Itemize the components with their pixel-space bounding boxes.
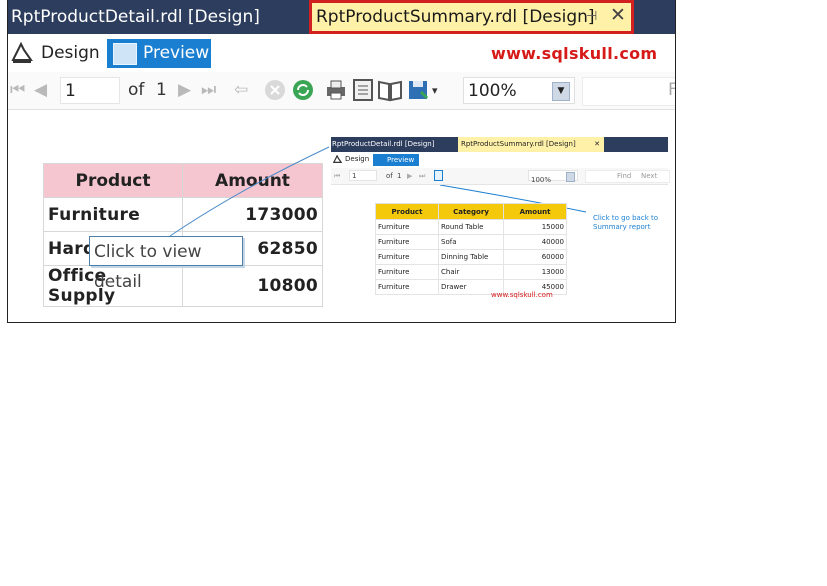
inset-toolbar: ⏮ 1 of 1 ▶ ⏭ 100% Find Next <box>331 168 670 185</box>
category-cell: Chair <box>438 264 504 280</box>
amount-cell: 13000 <box>503 264 567 280</box>
product-cell: Furniture <box>375 219 439 235</box>
inset-watermark: www.sqlskull.com <box>491 291 553 299</box>
inset-zoom-value: 100% <box>531 176 552 184</box>
detail-report-table: Product Category Amount Furniture Round T… <box>375 203 567 295</box>
back-navigation-note: Click to go back to Summary report <box>593 214 658 231</box>
category-cell: Dinning Table <box>438 249 504 265</box>
table-header-row: Product Category Amount <box>375 203 567 220</box>
inset-page-input: 1 <box>349 170 377 181</box>
back-to-parent-icon <box>434 170 443 181</box>
inset-zoom-select: 100% <box>528 170 578 184</box>
category-cell: Round Table <box>438 219 504 235</box>
inset-next-label: Next <box>641 172 658 180</box>
detail-report-inset: RptProductDetail.rdl [Design] RptProduct… <box>331 137 670 307</box>
design-icon <box>333 155 342 163</box>
close-icon: ✕ <box>594 140 600 148</box>
inset-design-label: Design <box>345 155 370 163</box>
next-page-icon: ▶ <box>407 172 413 180</box>
table-row: Furniture Round Table 15000 <box>375 219 567 235</box>
amount-cell: 60000 <box>503 249 567 265</box>
header-category: Category <box>438 203 504 220</box>
table-row: Furniture Sofa 40000 <box>375 234 567 250</box>
amount-cell: 40000 <box>503 234 567 250</box>
table-row: Furniture Chair 13000 <box>375 264 567 280</box>
chevron-down-icon <box>566 172 575 182</box>
app-window: RptProductDetail.rdl [Design] RptProduct… <box>7 0 676 323</box>
product-cell: Furniture <box>375 249 439 265</box>
first-page-icon: ⏮ <box>334 172 341 180</box>
last-page-icon: ⏭ <box>419 172 426 180</box>
inset-tab-summary: RptProductSummary.rdl [Design] ✕ <box>458 137 604 152</box>
inset-design-button: Design <box>333 155 369 163</box>
inset-preview-button: Preview <box>373 154 419 166</box>
header-product: Product <box>375 203 439 220</box>
inset-mode-bar: Design Preview <box>331 152 668 168</box>
inset-tab-label: RptProductSummary.rdl [Design] <box>461 140 576 148</box>
inset-tab-strip: RptProductDetail.rdl [Design] RptProduct… <box>331 137 668 152</box>
product-cell: Furniture <box>375 279 439 295</box>
amount-cell: 15000 <box>503 219 567 235</box>
product-cell: Furniture <box>375 234 439 250</box>
inset-find-label: Find <box>617 172 632 180</box>
inset-total-pages: 1 <box>397 172 402 180</box>
inset-of-label: of <box>386 172 393 180</box>
category-cell: Sofa <box>438 234 504 250</box>
header-amount: Amount <box>503 203 567 220</box>
inset-tab-detail: RptProductDetail.rdl [Design] <box>332 140 435 148</box>
product-cell: Furniture <box>375 264 439 280</box>
table-row: Furniture Dinning Table 60000 <box>375 249 567 265</box>
